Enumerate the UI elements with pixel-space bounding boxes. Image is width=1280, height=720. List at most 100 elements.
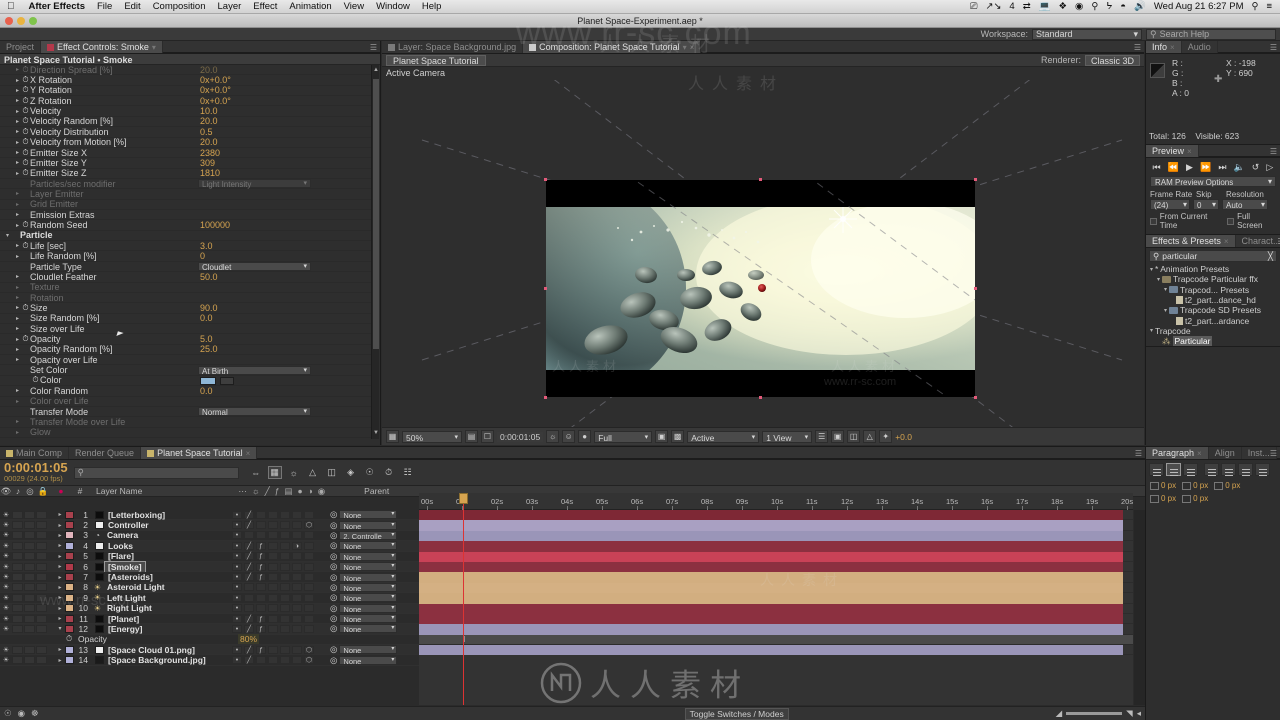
- effect-param-value[interactable]: 0.0: [200, 386, 213, 396]
- tab-layer-space-background[interactable]: Layer: Space Background.jpg: [382, 41, 524, 53]
- parent-dropdown[interactable]: None: [339, 645, 398, 655]
- motion-blur-switch[interactable]: [280, 521, 290, 530]
- layer-parent[interactable]: ◎ None: [330, 655, 398, 666]
- close-icon[interactable]: ×: [1197, 449, 1202, 458]
- disclosure-closed-icon[interactable]: ▸: [55, 563, 65, 570]
- tab-planet-space-tutorial[interactable]: Planet Space Tutorial ×: [141, 447, 258, 459]
- layer-duration-bar[interactable]: [419, 582, 1123, 594]
- layer-switches[interactable]: •: [232, 593, 314, 602]
- resolution-field[interactable]: Auto: [1222, 199, 1268, 210]
- exposure-value[interactable]: +0.0: [895, 432, 912, 442]
- menu-file[interactable]: File: [91, 1, 118, 12]
- menu-animation[interactable]: Animation: [283, 1, 337, 12]
- 3d-layer-switch[interactable]: [304, 510, 314, 519]
- effect-param-row[interactable]: Particle Type Cloudlet: [0, 262, 371, 272]
- disclosure-closed-icon[interactable]: ▸: [14, 97, 21, 104]
- frame-blend-switch[interactable]: [268, 656, 278, 665]
- disclosure-closed-icon[interactable]: ▸: [55, 615, 65, 622]
- effects-tree-item[interactable]: t2_part...ardance: [1146, 315, 1280, 326]
- adjustment-switch[interactable]: [292, 531, 302, 540]
- adjustment-switch[interactable]: [292, 510, 302, 519]
- frame-blend-switch[interactable]: [268, 573, 278, 582]
- solo-toggle[interactable]: [24, 521, 35, 530]
- collapse-switch[interactable]: [244, 531, 254, 540]
- comp-flowchart-icon[interactable]: ☉: [4, 708, 12, 719]
- align-right-icon[interactable]: [1183, 463, 1198, 476]
- disclosure-closed-icon[interactable]: ▸: [14, 201, 21, 208]
- current-time-display[interactable]: 0:00:01:05: [497, 431, 544, 442]
- layer-switches[interactable]: •: [232, 604, 314, 613]
- layer-duration-bar[interactable]: [419, 572, 1123, 583]
- shy-switch[interactable]: •: [232, 552, 242, 561]
- effect-param-row[interactable]: ▸ Texture: [0, 282, 371, 293]
- effect-param-value[interactable]: 20.0: [200, 137, 218, 147]
- panel-menu-icon[interactable]: ☰: [1134, 43, 1141, 52]
- timeline-ruler[interactable]: 00s01s02s03s04s05s06s07s08s09s10s11s12s1…: [419, 493, 1133, 510]
- label-color-swatch[interactable]: [65, 562, 74, 571]
- effects-tree-item[interactable]: ▾ Trapcod... Presets: [1146, 285, 1280, 295]
- adjustment-switch[interactable]: [292, 573, 302, 582]
- shy-switch[interactable]: •: [232, 624, 242, 633]
- effect-param-value[interactable]: 50.0: [200, 272, 218, 282]
- guides-icon[interactable]: ☰: [815, 430, 829, 443]
- tab-align[interactable]: Align: [1208, 447, 1242, 459]
- indent-left-field[interactable]: 0 px: [1150, 481, 1176, 490]
- label-color-swatch[interactable]: [65, 656, 74, 665]
- disclosure-closed-icon[interactable]: ▸: [14, 139, 21, 146]
- timecode-group[interactable]: 0:00:01:05 00029 (24.00 fps): [4, 461, 68, 483]
- stopwatch-icon[interactable]: ⏱: [21, 241, 30, 251]
- maximize-icon[interactable]: [29, 17, 37, 25]
- lock-toggle[interactable]: [36, 541, 47, 550]
- disclosure-closed-icon[interactable]: ▸: [14, 387, 21, 394]
- timeline-layer-rows[interactable]: ☀▸1[Letterboxing]•╱◎None☀▸2Controller•╱⬡…: [0, 510, 419, 705]
- 3d-layer-switch[interactable]: [304, 624, 314, 633]
- effects-tree-item[interactable]: ▾ Trapcode Particular ffx: [1146, 274, 1280, 284]
- parent-pickwhip-icon[interactable]: ◎: [330, 530, 337, 541]
- stopwatch-icon[interactable]: ⏱: [21, 168, 30, 178]
- effects-tree-item[interactable]: ▾ Trapcode: [1146, 326, 1280, 336]
- text-expander-icon[interactable]: ⇄: [1019, 1, 1035, 12]
- layer-duration-bar[interactable]: [419, 551, 1123, 562]
- key-icon[interactable]: ⚲: [1087, 1, 1102, 12]
- effect-param-row[interactable]: ▸ ⏱ Z Rotation 0x+0.0°: [0, 96, 371, 107]
- layer-name[interactable]: Left Light: [103, 593, 146, 603]
- audio-toggle[interactable]: [12, 573, 23, 582]
- disclosure-closed-icon[interactable]: ▸: [14, 87, 21, 94]
- layer-switches[interactable]: • ╱ ⬡: [232, 656, 314, 665]
- collapse-switch[interactable]: ╱: [244, 656, 254, 665]
- layer-parent[interactable]: ◎ None: [330, 623, 398, 634]
- effects-switch[interactable]: [256, 521, 266, 530]
- effect-param-value[interactable]: 2380: [200, 148, 220, 158]
- composition-viewer[interactable]: 人人素材 人人素材 www.rr-sc.com: [544, 178, 977, 399]
- disclosure-icon[interactable]: ▾: [1162, 307, 1169, 314]
- clock[interactable]: Wed Aug 21 6:27 PM: [1150, 1, 1248, 12]
- effects-switch[interactable]: [256, 656, 266, 665]
- 3d-axis-icon[interactable]: △: [863, 430, 877, 443]
- stopwatch-icon[interactable]: ⏱: [21, 127, 30, 137]
- motion-blur-switch[interactable]: [280, 614, 290, 623]
- timeline-track-row[interactable]: [419, 572, 1133, 583]
- parent-dropdown[interactable]: None: [339, 593, 398, 603]
- effect-param-row[interactable]: ▸ Color Random 0.0: [0, 386, 371, 397]
- lock-toggle[interactable]: [36, 552, 47, 561]
- disclosure-closed-icon[interactable]: ▸: [14, 294, 21, 301]
- timeline-track-row[interactable]: [419, 530, 1133, 542]
- menu-effect[interactable]: Effect: [247, 1, 283, 12]
- eye-icon[interactable]: ☀: [0, 594, 12, 602]
- layer-name[interactable]: [Asteroids]: [104, 572, 153, 582]
- 3d-layer-switch[interactable]: [304, 614, 314, 623]
- disclosure-closed-icon[interactable]: ▸: [55, 646, 65, 653]
- lock-toggle[interactable]: [36, 562, 47, 571]
- effect-param-row[interactable]: ⏱ Color: [0, 375, 371, 387]
- parent-pickwhip-icon[interactable]: ◎: [330, 572, 337, 583]
- skip-field[interactable]: 0: [1193, 199, 1219, 210]
- effects-switch[interactable]: ƒ: [256, 624, 266, 633]
- layer-switches[interactable]: • ╱ ƒ: [232, 562, 314, 571]
- timeline-track-row[interactable]: [419, 510, 1133, 521]
- effect-param-value[interactable]: 90.0: [200, 303, 218, 313]
- 3d-layer-switch[interactable]: [304, 562, 314, 571]
- effects-switch[interactable]: ƒ: [256, 552, 266, 561]
- apple-icon[interactable]: : [0, 1, 23, 12]
- layer-duration-bar[interactable]: [419, 624, 1123, 635]
- adjustment-switch[interactable]: [292, 593, 302, 602]
